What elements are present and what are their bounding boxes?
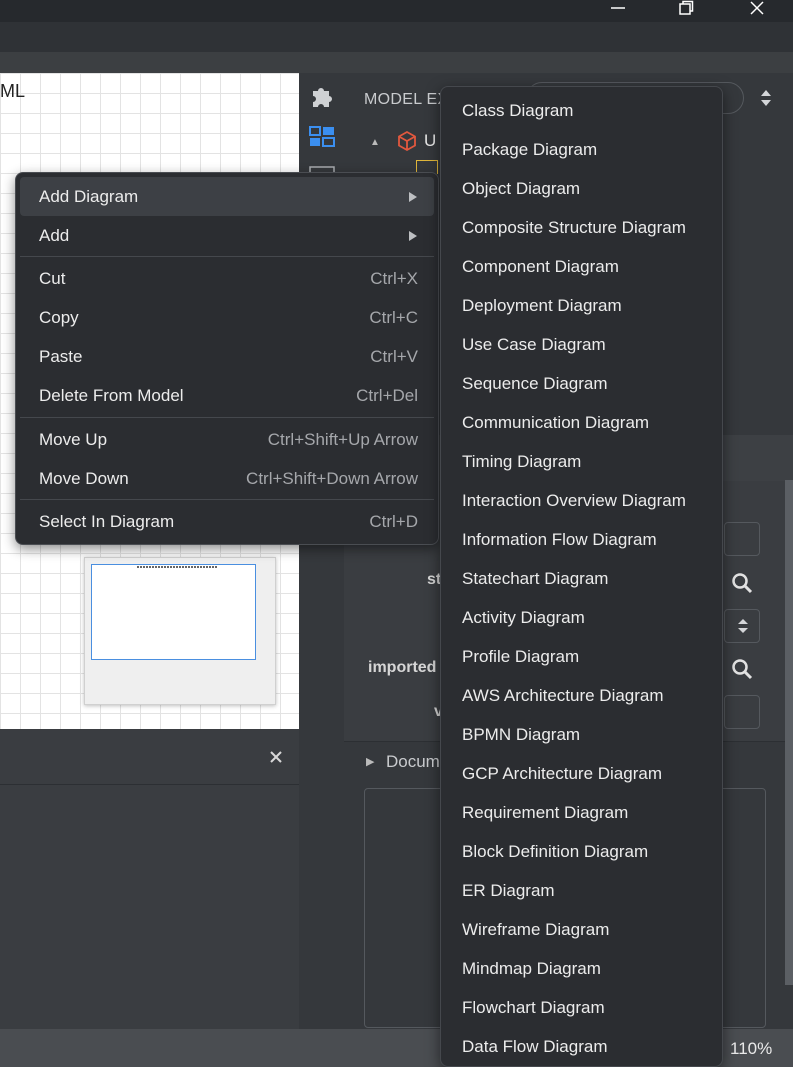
- model-explorer-button[interactable]: [309, 124, 335, 150]
- menu-item-label: Add Diagram: [39, 186, 139, 206]
- menu-item-label: Delete From Model: [39, 385, 184, 405]
- close-icon: [270, 751, 282, 763]
- submenu-item[interactable]: Interaction Overview Diagram: [445, 481, 720, 520]
- submenu-item[interactable]: Activity Diagram: [445, 598, 720, 637]
- model-cube-icon: [398, 130, 416, 152]
- menu-item-label: Copy: [39, 307, 79, 327]
- submenu-item[interactable]: GCP Architecture Diagram: [445, 754, 720, 793]
- menu-item-add-diagram[interactable]: Add Diagram: [20, 177, 434, 216]
- menu-separator: [20, 417, 434, 418]
- extensions-button[interactable]: [309, 83, 335, 109]
- menu-item-label: Add: [39, 225, 70, 245]
- documentation-label: Docum: [386, 752, 440, 771]
- menu-item-shortcut: Ctrl+Shift+Up Arrow: [267, 429, 418, 449]
- submenu-item[interactable]: Sequence Diagram: [445, 364, 720, 403]
- submenu-item[interactable]: Class Diagram: [445, 91, 720, 130]
- menu-item-shortcut: Ctrl+C: [369, 307, 418, 327]
- chevron-right-icon: [409, 191, 417, 202]
- context-menu: Add Diagram Add Cut Ctrl+X Copy Ctrl+C P…: [15, 172, 439, 545]
- submenu-item[interactable]: Timing Diagram: [445, 442, 720, 481]
- menu-item-select-in-diagram[interactable]: Select In Diagram Ctrl+D: [20, 502, 434, 541]
- submenu-item[interactable]: Use Case Diagram: [445, 325, 720, 364]
- model-explorer-title: MODEL EX: [364, 91, 449, 108]
- bottom-panel: [0, 729, 299, 1029]
- title-bar: [0, 0, 793, 22]
- submenu-item[interactable]: Component Diagram: [445, 247, 720, 286]
- value-field[interactable]: [724, 695, 760, 729]
- submenu-item[interactable]: Mindmap Diagram: [445, 949, 720, 988]
- restore-button[interactable]: [666, 0, 706, 16]
- name-field[interactable]: [724, 522, 760, 556]
- menu-item-move-up[interactable]: Move Up Ctrl+Shift+Up Arrow: [20, 420, 434, 459]
- minimap[interactable]: [84, 557, 276, 705]
- puzzle-icon: [313, 88, 332, 107]
- stereotype-search-button[interactable]: [730, 571, 754, 595]
- submenu-item[interactable]: Communication Diagram: [445, 403, 720, 442]
- diagram-title: ML: [0, 81, 26, 101]
- tree-root-label[interactable]: U: [424, 131, 436, 151]
- search-icon: [732, 659, 753, 680]
- tree-expand-icon[interactable]: ▲: [370, 137, 380, 148]
- chevron-updown-icon: [738, 619, 748, 633]
- add-diagram-submenu: Class Diagram Package Diagram Object Dia…: [440, 86, 723, 1067]
- submenu-item[interactable]: Data Flow Diagram: [445, 1027, 720, 1066]
- close-icon: [750, 1, 764, 15]
- grid-icon: [309, 126, 335, 147]
- submenu-item[interactable]: Package Diagram: [445, 130, 720, 169]
- minimap-viewport[interactable]: [91, 564, 256, 660]
- submenu-item[interactable]: Wireframe Diagram: [445, 910, 720, 949]
- sort-icon[interactable]: [758, 87, 774, 109]
- menu-item-shortcut: Ctrl+Shift+Down Arrow: [246, 468, 418, 488]
- menu-item-copy[interactable]: Copy Ctrl+C: [20, 298, 434, 337]
- restore-icon: [679, 0, 694, 15]
- submenu-item[interactable]: Flowchart Diagram: [445, 988, 720, 1027]
- submenu-item[interactable]: Object Diagram: [445, 169, 720, 208]
- close-window-button[interactable]: [737, 0, 777, 16]
- minimize-button[interactable]: [598, 0, 638, 16]
- scrollbar[interactable]: [785, 480, 793, 985]
- menu-separator: [20, 499, 434, 500]
- submenu-item[interactable]: Requirement Diagram: [445, 793, 720, 832]
- minimize-icon: [611, 7, 625, 9]
- menu-item-label: Select In Diagram: [39, 511, 175, 531]
- menu-item-paste[interactable]: Paste Ctrl+V: [20, 337, 434, 376]
- chevron-right-icon: [409, 230, 417, 241]
- submenu-item[interactable]: Composite Structure Diagram: [445, 208, 720, 247]
- zoom-level[interactable]: 110%: [730, 1039, 772, 1059]
- imported-search-button[interactable]: [730, 657, 754, 681]
- prop-label-imported: imported: [368, 659, 437, 676]
- menu-item-label: Cut: [39, 268, 66, 288]
- submenu-item[interactable]: AWS Architecture Diagram: [445, 676, 720, 715]
- expand-arrow-icon: ▶: [366, 756, 375, 768]
- submenu-item[interactable]: BPMN Diagram: [445, 715, 720, 754]
- minimap-content: [137, 566, 217, 568]
- menu-item-add[interactable]: Add: [20, 216, 434, 255]
- menu-item-shortcut: Ctrl+V: [370, 346, 418, 366]
- menu-item-label: Paste: [39, 346, 83, 366]
- submenu-item[interactable]: Deployment Diagram: [445, 286, 720, 325]
- menu-item-delete-from-model[interactable]: Delete From Model Ctrl+Del: [20, 376, 434, 415]
- submenu-item[interactable]: Statechart Diagram: [445, 559, 720, 598]
- menu-item-label: Move Down: [39, 468, 129, 488]
- menu-item-cut[interactable]: Cut Ctrl+X: [20, 259, 434, 298]
- menu-item-shortcut: Ctrl+Del: [356, 385, 418, 405]
- menu-item-shortcut: Ctrl+D: [369, 511, 418, 531]
- visibility-select[interactable]: [724, 609, 760, 643]
- menu-separator: [20, 256, 434, 257]
- toolbar: [0, 22, 793, 52]
- menu-item-label: Move Up: [39, 429, 108, 449]
- submenu-item[interactable]: ER Diagram: [445, 871, 720, 910]
- submenu-item[interactable]: Information Flow Diagram: [445, 520, 720, 559]
- menu-item-move-down[interactable]: Move Down Ctrl+Shift+Down Arrow: [20, 459, 434, 498]
- search-icon: [732, 573, 753, 594]
- submenu-item[interactable]: Block Definition Diagram: [445, 832, 720, 871]
- submenu-item[interactable]: Profile Diagram: [445, 637, 720, 676]
- bottom-panel-header: [0, 729, 299, 785]
- panel-close-button[interactable]: [266, 747, 286, 767]
- menu-item-shortcut: Ctrl+X: [370, 268, 418, 288]
